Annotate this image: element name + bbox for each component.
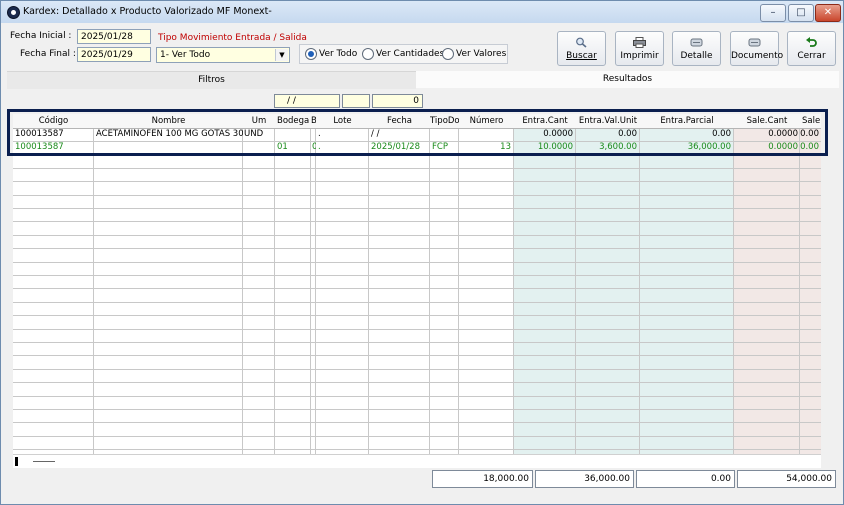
row-gridline [13,262,821,263]
filter-tipodoc-input[interactable] [342,94,370,108]
selection-highlight-box [7,109,828,156]
row-gridline [13,329,821,330]
row-gridline [13,409,821,410]
title-bar: Kardex: Detallado x Producto Valorizado … [1,1,843,23]
total-entra-total: 36,000.00 [535,470,634,488]
undo-arrow-icon [806,37,817,47]
radio-dot-icon [442,48,454,60]
tipo-movimiento-label: Tipo Movimiento Entrada / Salida [158,33,307,43]
total-sale: 0.00 [636,470,735,488]
row-gridline [13,195,821,196]
row-gridline [13,355,821,356]
fecha-inicial-label: Fecha Inicial : [10,31,72,41]
fecha-inicial-input[interactable]: 2025/01/28 [77,29,151,44]
row-gridline [13,396,821,397]
results-grid[interactable]: Código Nombre Um Bodega B Lote Fecha Tip… [13,114,821,455]
scroll-track-mark [33,461,55,462]
row-gridline [13,436,821,437]
filter-fecha-input[interactable]: / / [274,94,340,108]
detalle-button[interactable]: Detalle [672,31,721,66]
filter-numero-input[interactable]: 0 [372,94,423,108]
horizontal-scrollbar[interactable] [13,454,821,468]
row-gridline [13,315,821,316]
scroll-thumb[interactable] [15,457,18,466]
row-gridline [13,275,821,276]
detail-icon [690,38,703,47]
chevron-down-icon[interactable]: ▼ [275,49,288,61]
document-icon [748,38,761,47]
documento-label: Documento [731,51,784,61]
imprimir-button[interactable]: Imprimir [615,31,664,66]
buscar-button[interactable]: Buscar [557,31,606,66]
cerrar-button[interactable]: Cerrar [787,31,836,66]
detalle-label: Detalle [680,51,713,61]
row-gridline [13,221,821,222]
tipo-movimiento-select[interactable]: 1- Ver Todo ▼ [156,47,290,63]
fecha-final-input[interactable]: 2025/01/29 [77,47,151,62]
row-gridline [13,342,821,343]
close-window-button[interactable]: ✕ [815,4,841,22]
maximize-button[interactable]: □ [788,4,814,22]
app-eye-icon [7,6,20,19]
row-gridline [13,208,821,209]
radio-label: Ver Todo [319,49,358,59]
col-divider [13,114,800,455]
row-gridline [13,181,821,182]
window-title: Kardex: Detallado x Producto Valorizado … [23,6,272,17]
total-entra-parcial: 18,000.00 [432,470,533,488]
tab-resultados[interactable]: Resultados [416,71,839,88]
row-gridline [13,369,821,370]
printer-icon [633,37,646,48]
tab-filtros[interactable]: Filtros [7,71,416,89]
row-gridline [13,449,821,450]
documento-button[interactable]: Documento [730,31,784,66]
radio-label: Ver Valores [456,49,507,59]
fecha-final-label: Fecha Final : [20,49,76,59]
cerrar-label: Cerrar [797,51,826,61]
imprimir-label: Imprimir [620,51,659,61]
row-gridline [13,288,821,289]
radio-label: Ver Cantidades [376,49,445,59]
total-saldo: 54,000.00 [737,470,836,488]
search-icon [576,37,587,48]
row-gridline [13,302,821,303]
tipo-select-value: 1- Ver Todo [160,50,211,60]
minimize-button[interactable]: – [760,4,786,22]
row-gridline [13,235,821,236]
status-bar [1,493,843,504]
radio-dot-icon [305,48,317,60]
row-gridline [13,382,821,383]
view-mode-group: Ver Todo Ver Cantidades Ver Valores [299,44,508,64]
row-gridline [13,168,821,169]
buscar-label: Buscar [566,51,597,61]
row-gridline [13,248,821,249]
tab-strip: Filtros Resultados [7,71,839,89]
kardex-window: Kardex: Detallado x Producto Valorizado … [0,0,844,505]
row-gridline [13,422,821,423]
radio-dot-icon [362,48,374,60]
